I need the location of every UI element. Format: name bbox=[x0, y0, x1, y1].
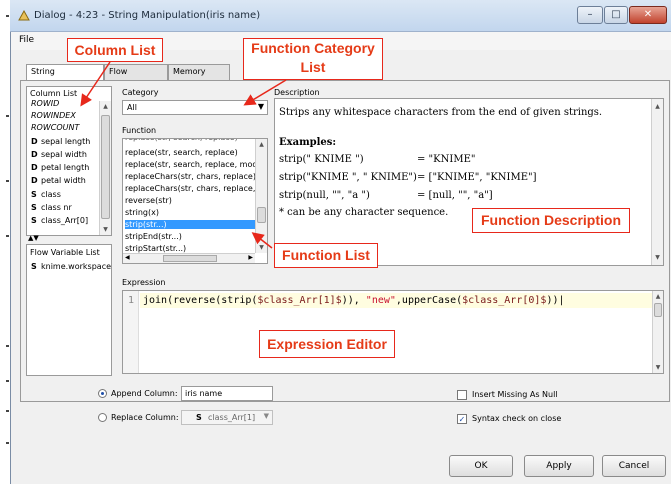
annotation-arrows bbox=[80, 61, 287, 249]
arrow-column-list bbox=[80, 61, 111, 107]
arrow-function-list bbox=[251, 232, 273, 249]
arrow-function-category bbox=[243, 79, 287, 106]
